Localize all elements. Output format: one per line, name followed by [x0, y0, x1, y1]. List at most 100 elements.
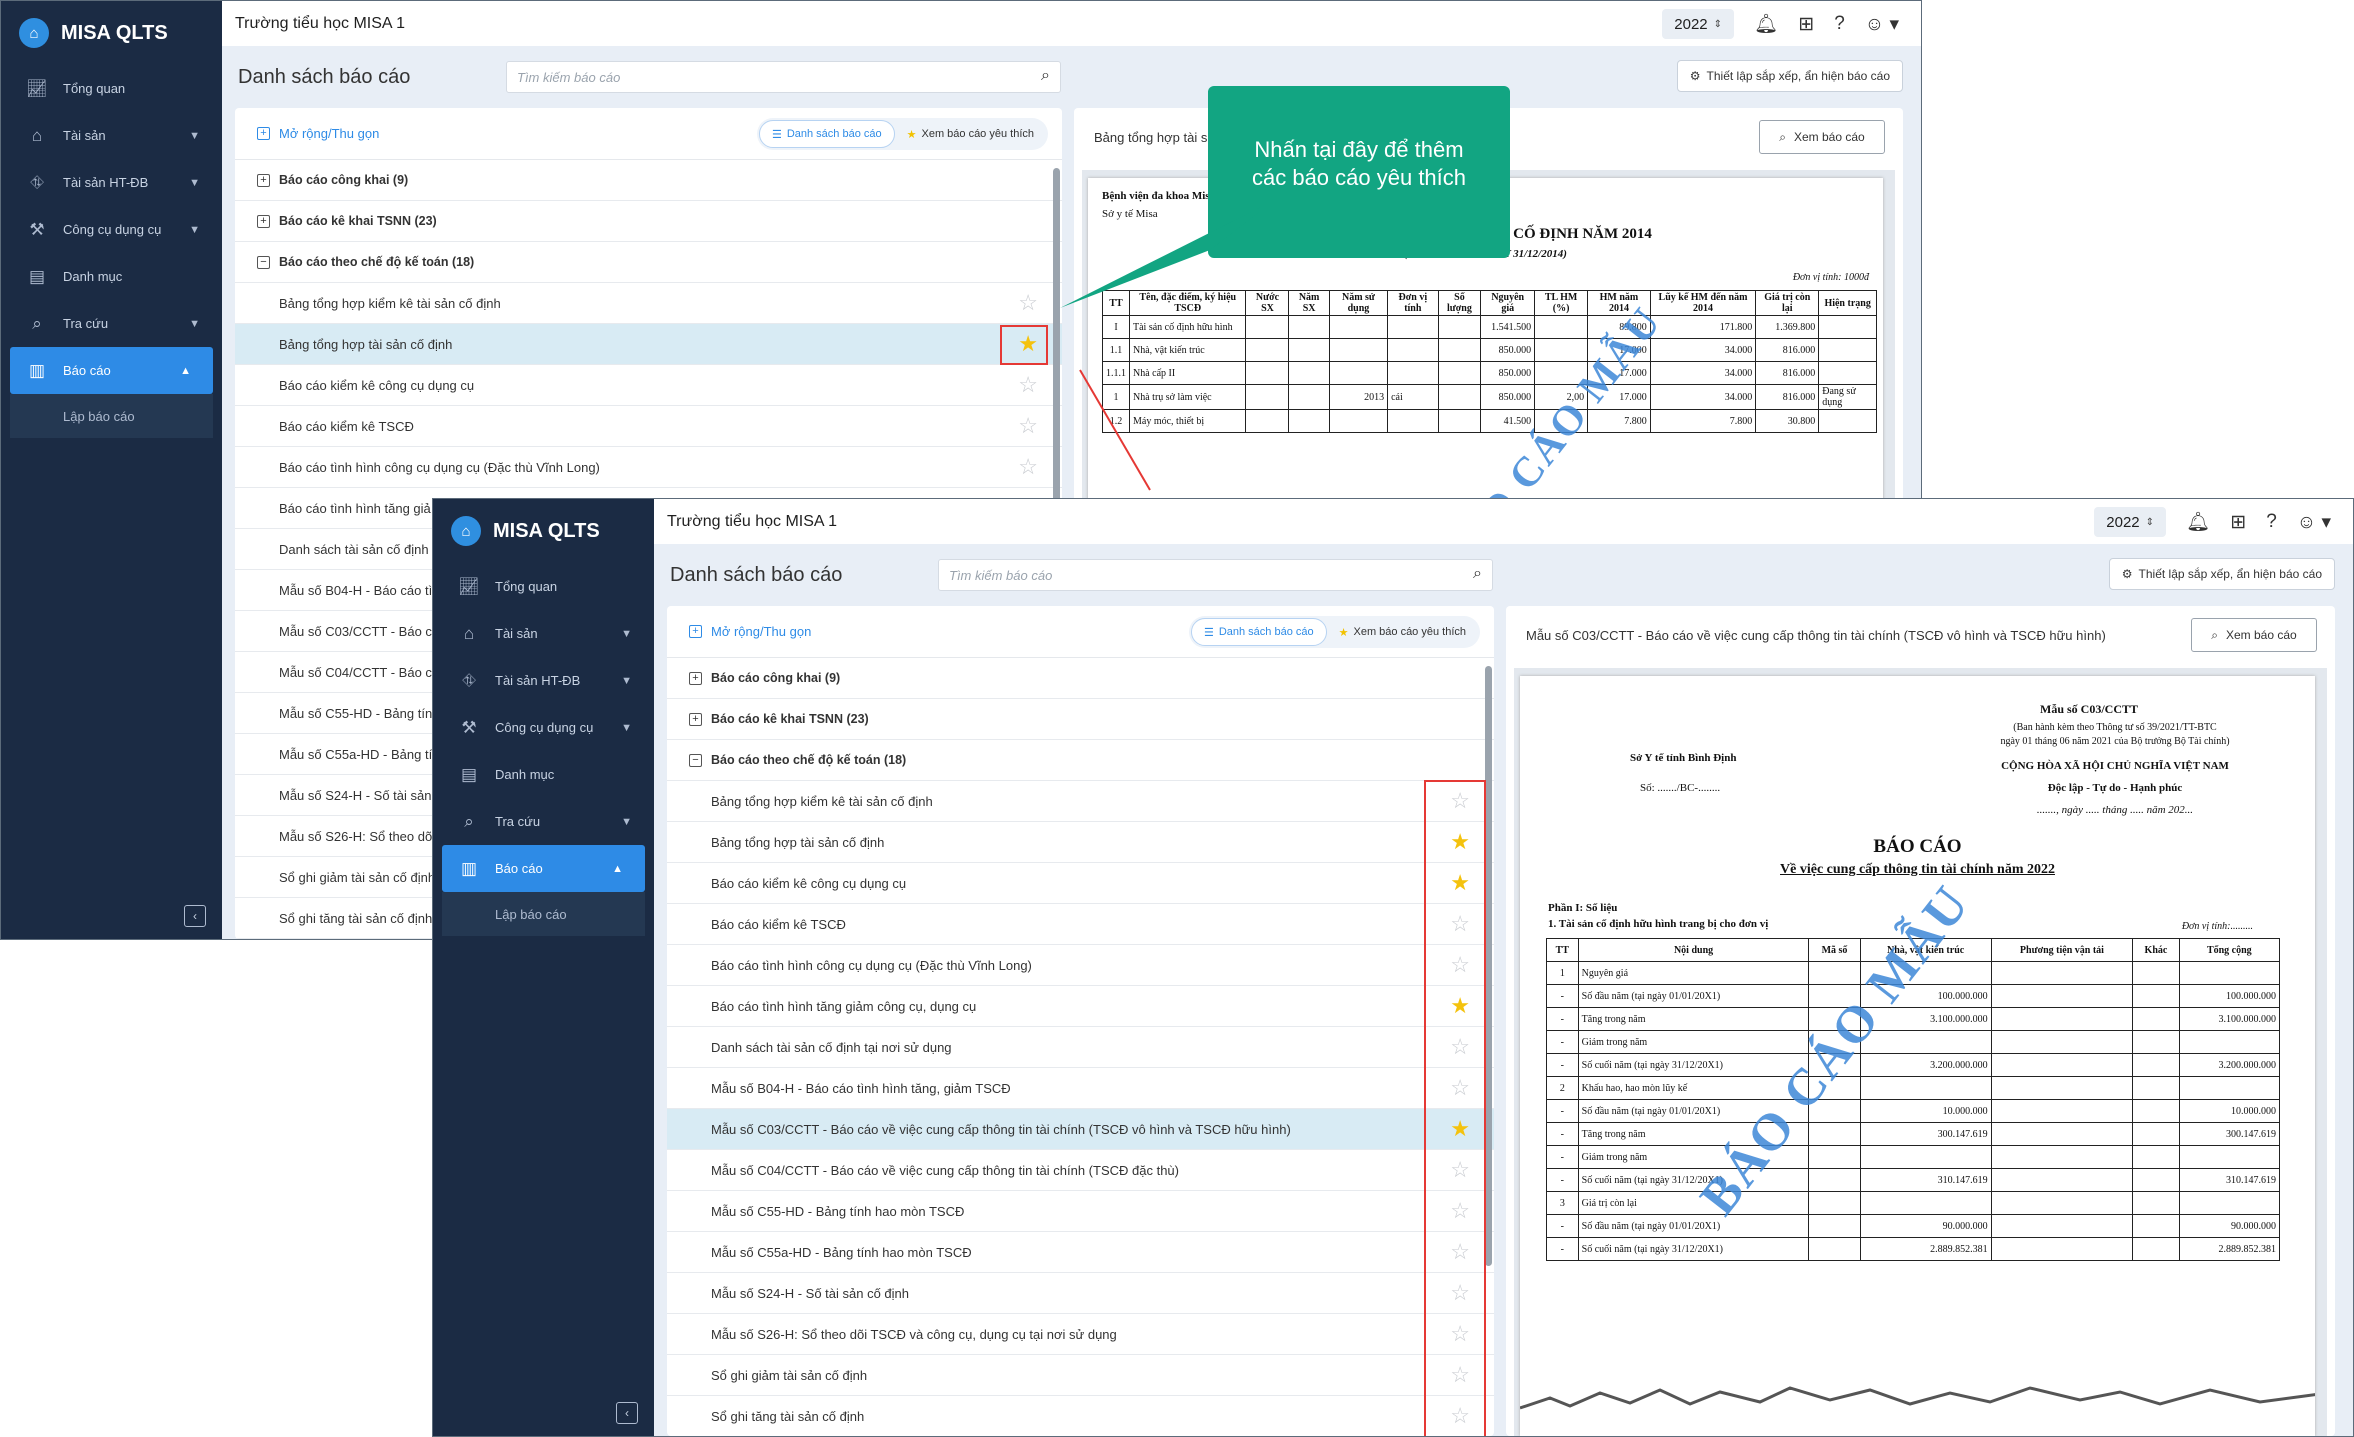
report-row[interactable]: Báo cáo kiểm kê công cụ dụng cụ ☆: [235, 365, 1062, 406]
table-cell: [2178, 1145, 2281, 1169]
chevron-down-icon: ▼: [621, 721, 632, 734]
report-row[interactable]: Danh sách tài sản cố định tại nơi sử dụn…: [667, 1027, 1494, 1068]
table-cell: -: [1546, 1122, 1579, 1146]
view-toggle[interactable]: ☰ Danh sách báo cáo ★ Xem báo cáo yêu th…: [756, 118, 1048, 150]
report-row[interactable]: Báo cáo kiểm kê công cụ dụng cụ ★: [667, 863, 1494, 904]
sidebar-item-5[interactable]: ⌕ Tra cứu ▼: [433, 798, 654, 845]
table-cell: [2132, 1076, 2180, 1100]
report-row[interactable]: Mẫu số C55-HD - Bảng tính hao mòn TSCĐ ☆: [667, 1191, 1494, 1232]
help-icon[interactable]: ?: [2266, 511, 2277, 533]
table-cell: [1990, 1053, 2134, 1077]
view-toggle[interactable]: ☰ Danh sách báo cáo ★ Xem báo cáo yêu th…: [1188, 616, 1480, 648]
table-row: - Số đầu năm (tại ngày 01/01/20X1) 90.000.…: [1546, 1214, 2281, 1238]
group-row-2[interactable]: − Báo cáo theo chế độ kế toán (18): [235, 242, 1062, 283]
report-row[interactable]: Bảng tổng hợp tài sản cố định ★: [667, 822, 1494, 863]
table-cell: [1818, 315, 1877, 339]
table-row: - Số cuối năm (tại ngày 31/12/20X1) 3.200.…: [1546, 1053, 2281, 1077]
settings-button[interactable]: ⚙ Thiết lập sắp xếp, ẩn hiện báo cáo: [2108, 558, 2335, 590]
scrollbar[interactable]: [1485, 666, 1492, 1266]
search-icon[interactable]: ⌕: [1473, 565, 1482, 583]
report-row[interactable]: Báo cáo tình hình công cụ dụng cụ (Đặc t…: [235, 447, 1062, 488]
star-icon[interactable]: ☆: [1018, 454, 1038, 480]
report-row[interactable]: Mẫu số S26-H: Sổ theo dõi TSCĐ và công c…: [667, 1314, 1494, 1355]
toggle-list[interactable]: ☰ Danh sách báo cáo: [1190, 618, 1327, 646]
star-icon[interactable]: ☆: [1018, 290, 1038, 316]
table-cell: [1328, 361, 1389, 385]
apps-icon[interactable]: ⊞: [2230, 511, 2246, 534]
report-row[interactable]: Sổ ghi giảm tài sản cố định ☆: [667, 1355, 1494, 1396]
sidebar-item-label: Tra cứu: [495, 814, 541, 829]
search-icon[interactable]: ⌕: [1041, 67, 1050, 85]
report-row[interactable]: Bảng tổng hợp kiểm kê tài sản cố định ☆: [667, 781, 1494, 822]
table-header: Lũy kế HM đến năm 2014: [1649, 290, 1757, 316]
sidebar-sub-item[interactable]: Lập báo cáo: [10, 394, 213, 438]
group-row-2[interactable]: − Báo cáo theo chế độ kế toán (18): [667, 740, 1494, 781]
expand-collapse-button[interactable]: + Mở rộng/Thu gọn: [257, 126, 379, 141]
group-row-1[interactable]: + Báo cáo kê khai TSNN (23): [235, 201, 1062, 242]
view-report-button[interactable]: ⌕ Xem báo cáo: [1759, 120, 1885, 154]
toggle-list[interactable]: ☰ Danh sách báo cáo: [758, 120, 895, 148]
star-icon[interactable]: ☆: [1018, 413, 1038, 439]
year-select[interactable]: 2022 ⇕: [1662, 9, 1735, 39]
report-row[interactable]: Bảng tổng hợp tài sản cố định ★: [235, 324, 1062, 365]
toggle-favorites[interactable]: ★ Xem báo cáo yêu thích: [1327, 618, 1478, 646]
table-cell: [1288, 384, 1330, 410]
bell-icon[interactable]: 🔔︎: [2186, 510, 2210, 534]
apps-icon[interactable]: ⊞: [1798, 13, 1814, 36]
report-row[interactable]: Báo cáo tình hình tăng giảm công cụ, dụn…: [667, 986, 1494, 1027]
sidebar-item-1[interactable]: ⌂ Tài sản ▼: [433, 610, 654, 657]
report-row[interactable]: Báo cáo kiểm kê TSCĐ ☆: [235, 406, 1062, 447]
report-row[interactable]: Mẫu số S24-H - Số tài sản cố định ☆: [667, 1273, 1494, 1314]
sidebar-item-4[interactable]: ▤ Danh mục: [1, 253, 222, 300]
collapse-sidebar-button[interactable]: ‹: [616, 1402, 638, 1424]
sidebar-item-6[interactable]: ▥ Báo cáo ▲: [442, 845, 645, 892]
view-report-button[interactable]: ⌕ Xem báo cáo: [2191, 618, 2317, 652]
search-input[interactable]: Tìm kiếm báo cáo ⌕: [938, 559, 1493, 591]
report-row[interactable]: Bảng tổng hợp kiểm kê tài sản cố định ☆: [235, 283, 1062, 324]
toggle-favorites[interactable]: ★ Xem báo cáo yêu thích: [895, 120, 1046, 148]
table-cell: [1808, 1237, 1861, 1261]
star-icon[interactable]: ☆: [1018, 372, 1038, 398]
sidebar-item-1[interactable]: ⌂ Tài sản ▼: [1, 112, 222, 159]
sidebar-item-5[interactable]: ⌕ Tra cứu ▼: [1, 300, 222, 347]
brand[interactable]: ⌂ MISA QLTS: [433, 499, 654, 563]
sidebar-item-3[interactable]: ⚒ Công cụ dụng cụ ▼: [433, 704, 654, 751]
table-cell: [1990, 961, 2134, 985]
report-row[interactable]: Báo cáo tình hình công cụ dụng cụ (Đặc t…: [667, 945, 1494, 986]
brand[interactable]: ⌂ MISA QLTS: [1, 1, 222, 65]
table-cell: Số đầu năm (tại ngày 01/01/20X1): [1577, 1214, 1810, 1238]
table-cell: Số đầu năm (tại ngày 01/01/20X1): [1577, 984, 1810, 1008]
group-row-0[interactable]: + Báo cáo công khai (9): [667, 658, 1494, 699]
settings-button[interactable]: ⚙ Thiết lập sắp xếp, ẩn hiện báo cáo: [1676, 60, 1903, 92]
table-cell: [1990, 1122, 2134, 1146]
table-cell: Giá trị còn lại: [1577, 1191, 1810, 1215]
bell-icon[interactable]: 🔔︎: [1754, 12, 1778, 36]
year-select[interactable]: 2022 ⇕: [2094, 507, 2167, 537]
group-row-1[interactable]: + Báo cáo kê khai TSNN (23): [667, 699, 1494, 740]
user-icon[interactable]: ☺ ▾: [1865, 13, 1899, 36]
sidebar-item-4[interactable]: ▤ Danh mục: [433, 751, 654, 798]
report-row[interactable]: Mẫu số C55a-HD - Bảng tính hao mòn TSCĐ ☆: [667, 1232, 1494, 1273]
report-row[interactable]: Mẫu số B04-H - Báo cáo tình hình tăng, g…: [667, 1068, 1494, 1109]
report-row[interactable]: Mẫu số C04/CCTT - Báo cáo về việc cung c…: [667, 1150, 1494, 1191]
sidebar-item-2[interactable]: ⛗︎ Tài sản HT-ĐB ▼: [433, 657, 654, 704]
collapse-sidebar-button[interactable]: ‹: [184, 905, 206, 927]
group-row-0[interactable]: + Báo cáo công khai (9): [235, 160, 1062, 201]
sidebar-item-0[interactable]: 📈︎ Tổng quan: [1, 65, 222, 112]
table-cell: -: [1546, 1145, 1579, 1169]
user-icon[interactable]: ☺ ▾: [2297, 511, 2331, 534]
chevron-down-icon: ▼: [189, 129, 200, 142]
report-row[interactable]: Sổ ghi tăng tài sản cố định ☆: [667, 1396, 1494, 1436]
sidebar-item-0[interactable]: 📈︎ Tổng quan: [433, 563, 654, 610]
sidebar-item-2[interactable]: ⛗︎ Tài sản HT-ĐB ▼: [1, 159, 222, 206]
table-cell: Đang sử dụng: [1818, 384, 1877, 410]
help-icon[interactable]: ?: [1834, 13, 1845, 35]
search-input[interactable]: Tìm kiếm báo cáo ⌕: [506, 61, 1061, 93]
sidebar-sub-item[interactable]: Lập báo cáo: [442, 892, 645, 936]
report-row[interactable]: Mẫu số C03/CCTT - Báo cáo về việc cung c…: [667, 1109, 1494, 1150]
expand-collapse-button[interactable]: + Mở rộng/Thu gọn: [689, 624, 811, 639]
table-cell: 41.500: [1480, 409, 1536, 433]
sidebar-item-3[interactable]: ⚒ Công cụ dụng cụ ▼: [1, 206, 222, 253]
sidebar-item-6[interactable]: ▥ Báo cáo ▲: [10, 347, 213, 394]
report-row[interactable]: Báo cáo kiểm kê TSCĐ ☆: [667, 904, 1494, 945]
